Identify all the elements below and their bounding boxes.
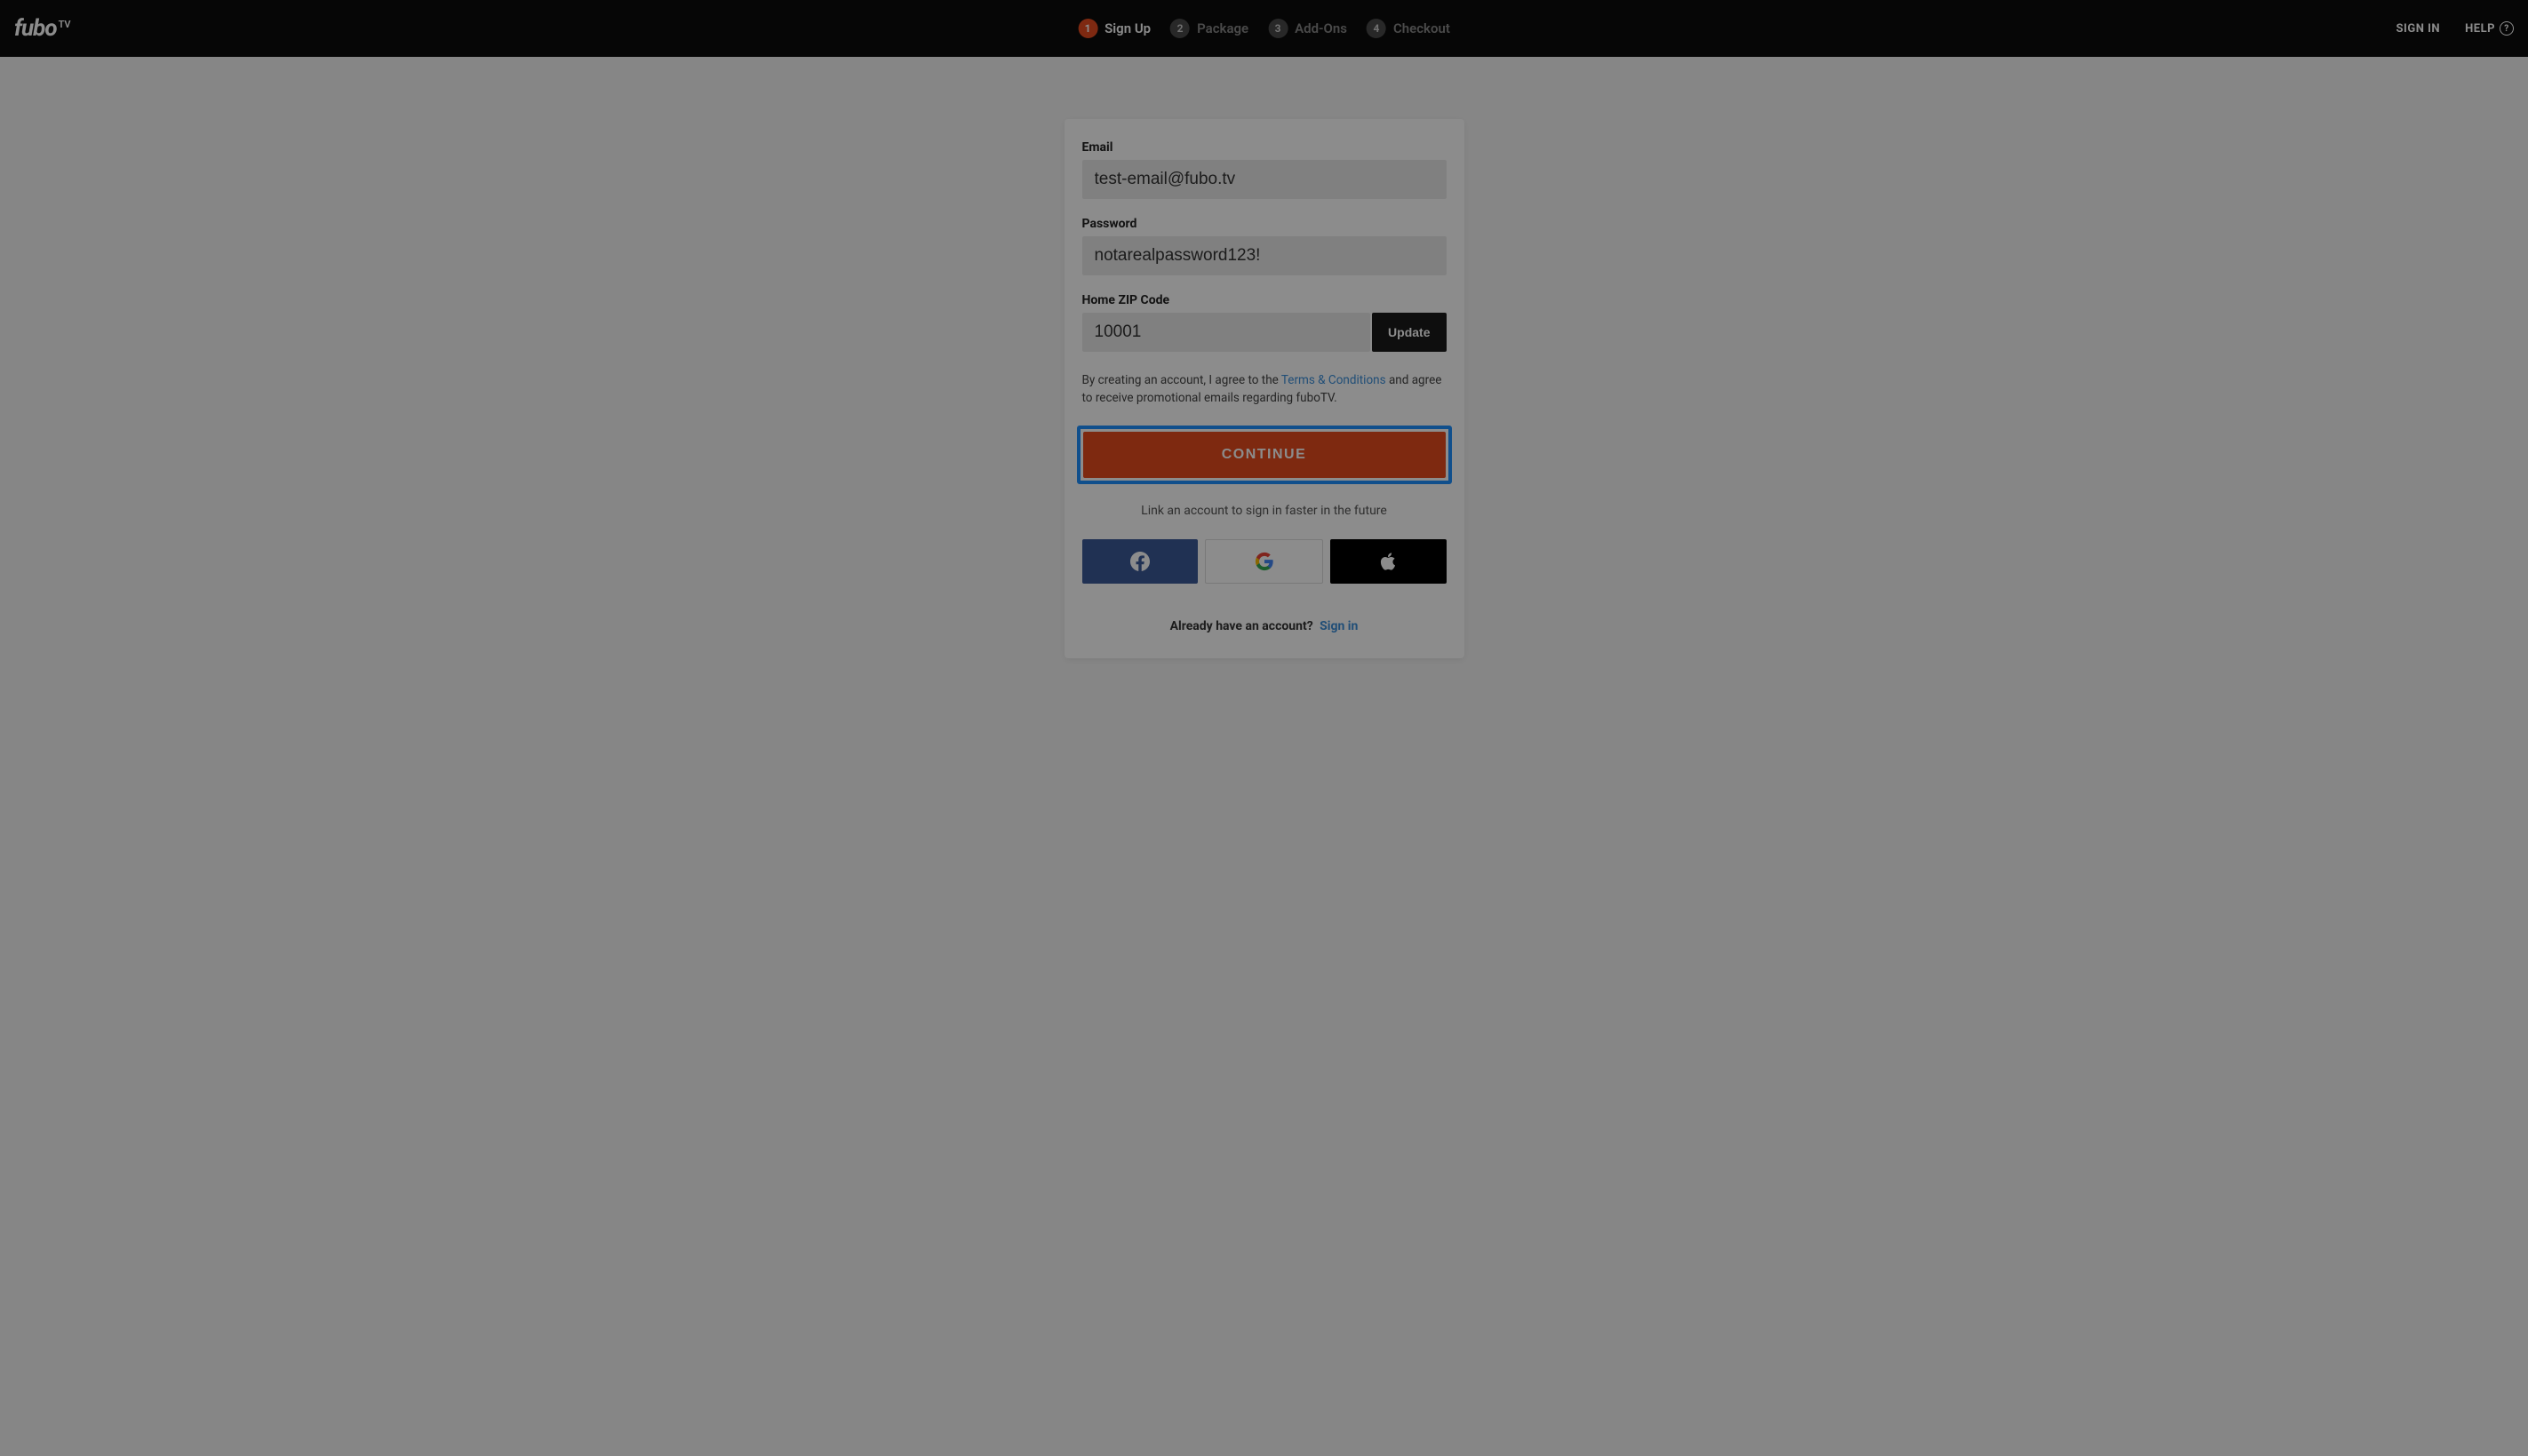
help-link[interactable]: HELP ? <box>2465 21 2514 36</box>
zip-label: Home ZIP Code <box>1082 293 1447 307</box>
social-buttons <box>1082 539 1447 584</box>
help-icon: ? <box>2500 21 2514 36</box>
step-num-2: 2 <box>1170 19 1190 38</box>
step-label-4: Checkout <box>1393 20 1450 36</box>
main-header: fuboTV 1 Sign Up 2 Package 3 Add-Ons 4 C… <box>0 0 2528 57</box>
terms-pre: By creating an account, I agree to the <box>1082 373 1281 387</box>
zip-row: Update <box>1082 313 1447 352</box>
facebook-icon <box>1130 552 1150 571</box>
step-num-4: 4 <box>1367 19 1386 38</box>
apple-icon <box>1379 552 1397 571</box>
google-icon <box>1255 552 1274 571</box>
email-field[interactable] <box>1082 160 1447 199</box>
step-checkout[interactable]: 4 Checkout <box>1367 19 1450 38</box>
sign-in-link[interactable]: SIGN IN <box>2396 22 2441 36</box>
step-num-3: 3 <box>1268 19 1288 38</box>
step-label-3: Add-Ons <box>1295 20 1347 36</box>
fubo-logo[interactable]: fuboTV <box>14 15 71 42</box>
password-label: Password <box>1082 217 1447 231</box>
continue-button[interactable]: CONTINUE <box>1083 432 1446 478</box>
already-have-account: Already have an account? Sign in <box>1082 619 1447 633</box>
already-text: Already have an account? <box>1170 619 1313 633</box>
step-add-ons[interactable]: 3 Add-Ons <box>1268 19 1347 38</box>
step-package[interactable]: 2 Package <box>1170 19 1248 38</box>
step-num-1: 1 <box>1078 19 1097 38</box>
help-text: HELP <box>2465 22 2495 36</box>
email-label: Email <box>1082 140 1447 155</box>
zip-field[interactable] <box>1082 313 1371 352</box>
logo-sup: TV <box>59 19 71 30</box>
facebook-button[interactable] <box>1082 539 1199 584</box>
header-right: SIGN IN HELP ? <box>2396 21 2514 36</box>
apple-button[interactable] <box>1330 539 1447 584</box>
progress-steps: 1 Sign Up 2 Package 3 Add-Ons 4 Checkout <box>1078 19 1450 38</box>
signup-card: Email Password Home ZIP Code Update By c… <box>1065 119 1464 658</box>
step-label-2: Package <box>1197 20 1248 36</box>
link-account-text: Link an account to sign in faster in the… <box>1082 504 1447 518</box>
google-button[interactable] <box>1205 539 1323 584</box>
terms-link[interactable]: Terms & Conditions <box>1281 373 1386 387</box>
signin-link[interactable]: Sign in <box>1320 619 1358 633</box>
step-label-1: Sign Up <box>1105 20 1151 36</box>
password-field[interactable] <box>1082 236 1447 275</box>
logo-text: fubo <box>14 15 57 42</box>
continue-highlight-wrap: CONTINUE <box>1077 426 1452 484</box>
terms-text: By creating an account, I agree to the T… <box>1082 371 1447 408</box>
step-sign-up[interactable]: 1 Sign Up <box>1078 19 1151 38</box>
main-content: Email Password Home ZIP Code Update By c… <box>0 57 2528 658</box>
update-button[interactable]: Update <box>1372 313 1446 352</box>
